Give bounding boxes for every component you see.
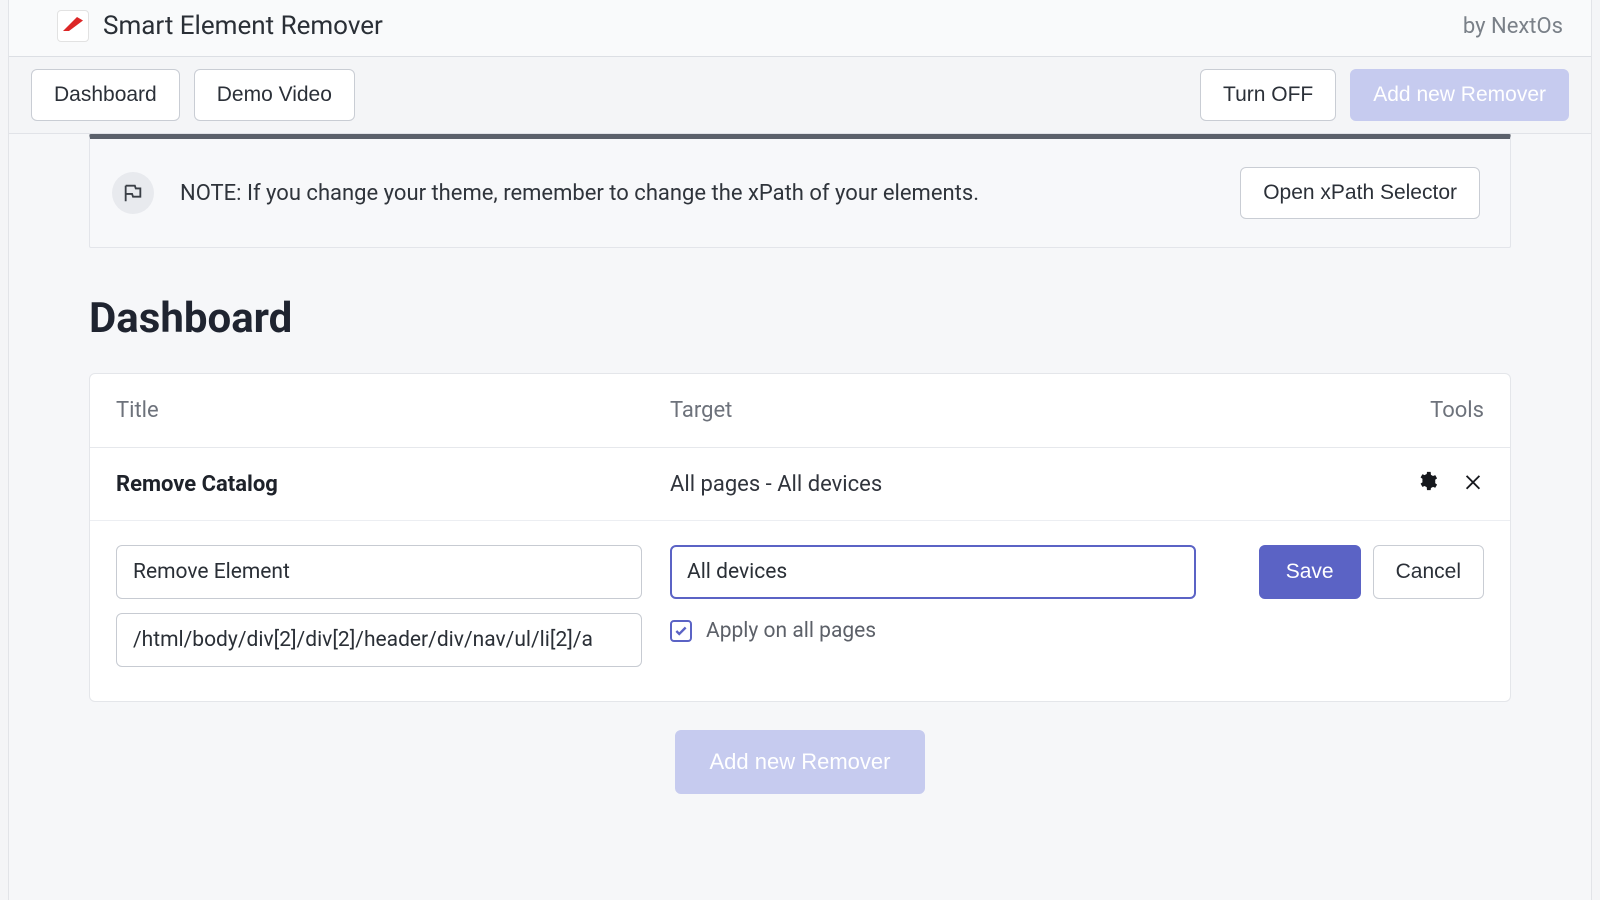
open-xpath-selector-button[interactable]: Open xPath Selector xyxy=(1240,167,1480,219)
app-header: Smart Element Remover by NextOs xyxy=(9,0,1591,57)
column-target: Target xyxy=(670,398,1224,423)
edit-row: Apply on all pages Save Cancel xyxy=(90,521,1510,701)
notice-banner: NOTE: If you change your theme, remember… xyxy=(89,134,1511,248)
title-input[interactable] xyxy=(116,545,642,599)
add-remover-bottom-button[interactable]: Add new Remover xyxy=(675,730,926,794)
nav-dashboard-button[interactable]: Dashboard xyxy=(31,69,180,121)
apply-all-pages-label: Apply on all pages xyxy=(706,619,876,643)
removers-table: Title Target Tools Remove Catalog All pa… xyxy=(89,373,1511,702)
device-select[interactable] xyxy=(670,545,1196,599)
flag-icon xyxy=(112,172,154,214)
nav-bar: Dashboard Demo Video Turn OFF Add new Re… xyxy=(9,57,1591,134)
xpath-input[interactable] xyxy=(116,613,642,667)
close-icon[interactable] xyxy=(1462,470,1484,498)
notice-text: NOTE: If you change your theme, remember… xyxy=(180,181,1214,206)
column-tools: Tools xyxy=(1224,398,1484,423)
app-logo-icon xyxy=(57,10,89,42)
table-row: Remove Catalog All pages - All devices xyxy=(90,448,1510,521)
add-remover-top-button[interactable]: Add new Remover xyxy=(1350,69,1569,121)
vendor-label: by NextOs xyxy=(1463,14,1563,39)
nav-demo-video-button[interactable]: Demo Video xyxy=(194,69,355,121)
app-title: Smart Element Remover xyxy=(103,11,383,41)
gear-icon[interactable] xyxy=(1416,470,1438,498)
brand: Smart Element Remover xyxy=(57,10,383,42)
apply-all-pages-checkbox[interactable] xyxy=(670,620,692,642)
table-header: Title Target Tools xyxy=(90,374,1510,448)
row-target: All pages - All devices xyxy=(670,472,1224,497)
cancel-button[interactable]: Cancel xyxy=(1373,545,1484,599)
turn-off-button[interactable]: Turn OFF xyxy=(1200,69,1336,121)
page-title: Dashboard xyxy=(89,294,1511,343)
column-title: Title xyxy=(116,398,670,423)
save-button[interactable]: Save xyxy=(1259,545,1361,599)
row-title: Remove Catalog xyxy=(116,472,670,497)
